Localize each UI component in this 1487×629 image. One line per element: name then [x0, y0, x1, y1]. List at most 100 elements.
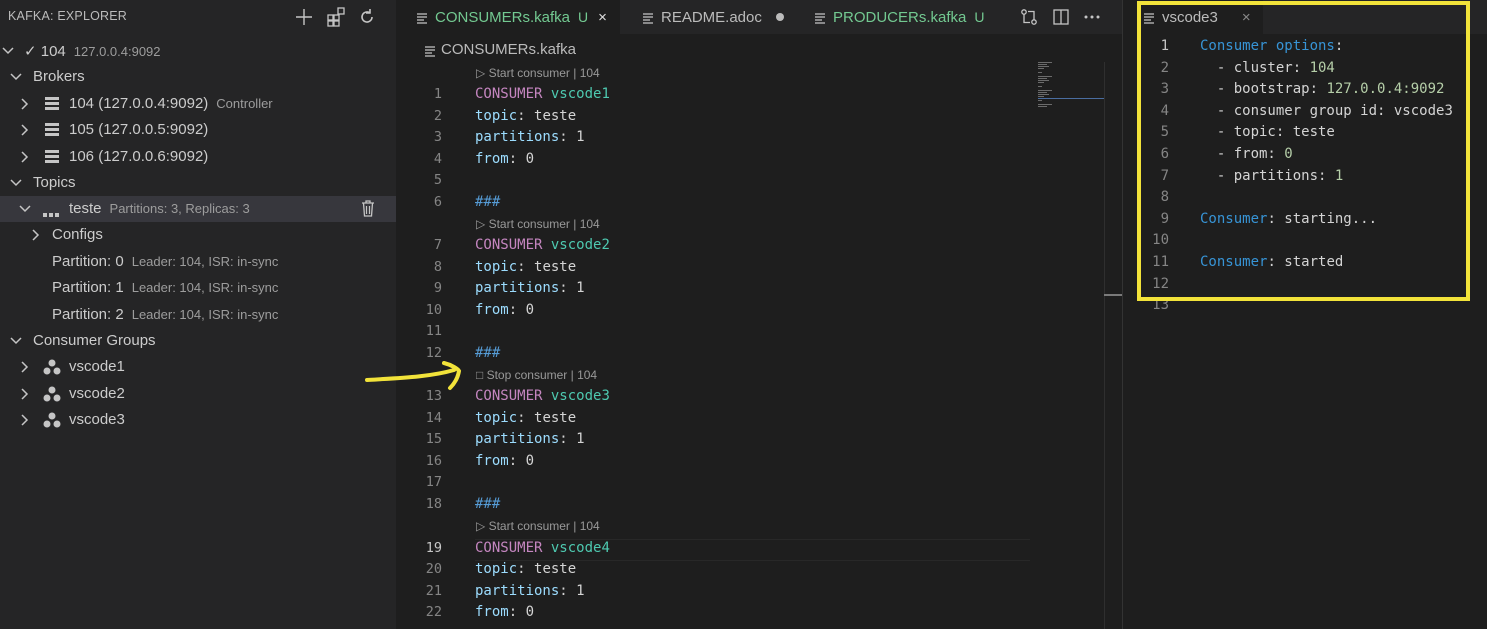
- code-line[interactable]: from: 0: [475, 302, 534, 318]
- tab-consumers-kafka[interactable]: CONSUMERs.kafka U ×: [396, 0, 620, 34]
- select-cluster-icon[interactable]: [325, 6, 347, 28]
- partitions-value: 1: [576, 583, 585, 599]
- from-value: 0: [525, 302, 535, 318]
- broker-label: 105 (127.0.0.5:9092): [69, 121, 209, 138]
- tab-label: README.adoc: [661, 8, 762, 26]
- tree-partition-0[interactable]: Partition: 0 Leader: 104, ISR: in-sync: [0, 249, 396, 275]
- tree-configs[interactable]: Configs: [0, 222, 396, 248]
- chevron-right-icon: [29, 228, 43, 242]
- tree-topic-teste[interactable]: teste Partitions: 3, Replicas: 3: [0, 196, 396, 222]
- tree-broker-105[interactable]: 105 (127.0.0.5:9092): [0, 117, 396, 143]
- server-icon: [44, 97, 60, 111]
- code-line[interactable]: CONSUMER vscode1: [475, 86, 610, 102]
- add-cluster-icon[interactable]: [293, 6, 315, 28]
- line-number: 6: [433, 194, 442, 210]
- block-separator[interactable]: ###: [475, 194, 500, 210]
- code-line[interactable]: topic: teste: [475, 410, 576, 426]
- code-line[interactable]: partitions: 1: [475, 280, 585, 296]
- line-number: 7: [433, 237, 442, 253]
- code-line[interactable]: CONSUMER vscode3: [475, 388, 610, 404]
- tree-cluster-104[interactable]: ✓ 104 127.0.0.4:9092: [0, 38, 396, 64]
- yellow-arrow-annotation: [365, 361, 462, 390]
- code-line[interactable]: from: 0: [475, 604, 534, 620]
- chevron-right-icon: [18, 97, 32, 111]
- start-consumer-codelens[interactable]: ▷ Start consumer | 104: [476, 217, 600, 231]
- server-icon: [44, 150, 60, 164]
- tree-broker-106[interactable]: 106 (127.0.0.6:9092): [0, 144, 396, 170]
- tree-partition-1[interactable]: Partition: 1 Leader: 104, ISR: in-sync: [0, 275, 396, 301]
- trash-icon[interactable]: [360, 200, 376, 217]
- code-line[interactable]: CONSUMER vscode4: [475, 540, 610, 556]
- cluster-address: 127.0.0.4:9092: [73, 44, 161, 59]
- cluster-label: ✓ 104: [24, 43, 66, 60]
- code-line[interactable]: topic: teste: [475, 259, 576, 275]
- partitions-key: partitions: [475, 431, 560, 447]
- topic-key: topic: [475, 410, 518, 426]
- file-lines-icon: [814, 11, 826, 24]
- code-line[interactable]: from: 0: [475, 453, 534, 469]
- configs-label: Configs: [52, 226, 103, 243]
- breadcrumb-file: CONSUMERs.kafka: [441, 41, 577, 58]
- code-line[interactable]: partitions: 1: [475, 583, 585, 599]
- tree-group-vscode1[interactable]: vscode1: [0, 354, 396, 380]
- tab-readme[interactable]: README.adoc: [622, 0, 792, 34]
- line-number: 10: [425, 302, 442, 318]
- tree-partition-2[interactable]: Partition: 2 Leader: 104, ISR: in-sync: [0, 302, 396, 328]
- line-number: 16: [425, 453, 442, 469]
- chevron-down-icon: [9, 70, 23, 84]
- close-icon[interactable]: ×: [598, 9, 607, 26]
- partitions-value: 1: [576, 129, 585, 145]
- consumers-editor: CONSUMERs.kafka U × README.adoc PRODUCER…: [396, 0, 1122, 629]
- chevron-right-icon: [18, 123, 32, 137]
- code-line[interactable]: partitions: 1: [475, 431, 585, 447]
- block-separator[interactable]: ###: [475, 345, 500, 361]
- more-actions-icon[interactable]: [1081, 6, 1103, 28]
- broker-desc: Controller: [216, 96, 273, 111]
- from-value: 0: [525, 604, 535, 620]
- line-number: 21: [425, 583, 442, 599]
- vertical-scrollbar[interactable]: [1104, 62, 1105, 629]
- refresh-icon[interactable]: [356, 6, 378, 28]
- tab-producers-kafka[interactable]: PRODUCERs.kafka U: [794, 0, 994, 34]
- from-key: from: [475, 151, 509, 167]
- minimap[interactable]: [1038, 60, 1104, 120]
- open-changes-icon[interactable]: [1018, 6, 1040, 28]
- block-separator[interactable]: ###: [475, 496, 500, 512]
- stop-consumer-codelens[interactable]: □ Stop consumer | 104: [476, 368, 597, 382]
- tree-consumer-groups[interactable]: Consumer Groups: [0, 328, 396, 354]
- tree-broker-104[interactable]: 104 (127.0.0.4:9092) Controller: [0, 91, 396, 117]
- tree-group-vscode2[interactable]: vscode2: [0, 381, 396, 407]
- code-line[interactable]: from: 0: [475, 151, 534, 167]
- group-icon: [43, 386, 61, 402]
- editor-tab-bar: CONSUMERs.kafka U × README.adoc PRODUCER…: [396, 0, 1122, 34]
- code-line[interactable]: topic: teste: [475, 561, 576, 577]
- unsaved-dot-icon[interactable]: [775, 13, 784, 21]
- line-number: 8: [433, 259, 442, 275]
- consumer-groups-label: Consumer Groups: [33, 332, 156, 349]
- partitions-key: partitions: [475, 280, 560, 296]
- code-line[interactable]: CONSUMER vscode2: [475, 237, 610, 253]
- line-number: 19: [425, 540, 442, 556]
- tree-topics[interactable]: Topics: [0, 170, 396, 196]
- tree-brokers[interactable]: Brokers: [0, 64, 396, 90]
- code-line[interactable]: partitions: 1: [475, 129, 585, 145]
- group-icon: [43, 412, 61, 428]
- partition-label: Partition: 2: [52, 306, 124, 323]
- chevron-down-icon: [9, 334, 23, 348]
- topic-desc: Partitions: 3, Replicas: 3: [109, 201, 250, 216]
- from-key: from: [475, 302, 509, 318]
- file-lines-icon: [424, 44, 436, 57]
- from-value: 0: [525, 151, 535, 167]
- breadcrumb[interactable]: CONSUMERs.kafka: [424, 41, 576, 58]
- start-consumer-codelens[interactable]: ▷ Start consumer | 104: [476, 66, 600, 80]
- topic-value: teste: [534, 108, 577, 124]
- consumer-keyword: CONSUMER: [475, 388, 543, 404]
- code-line[interactable]: topic: teste: [475, 108, 576, 124]
- start-consumer-codelens[interactable]: ▷ Start consumer | 104: [476, 519, 600, 533]
- line-number: 3: [433, 129, 442, 145]
- sidebar-title: KAFKA: EXPLORER: [8, 9, 128, 23]
- yellow-highlight-box: [1137, 1, 1470, 301]
- split-editor-icon[interactable]: [1050, 6, 1072, 28]
- file-lines-icon: [642, 11, 654, 24]
- tree-group-vscode3[interactable]: vscode3: [0, 407, 396, 433]
